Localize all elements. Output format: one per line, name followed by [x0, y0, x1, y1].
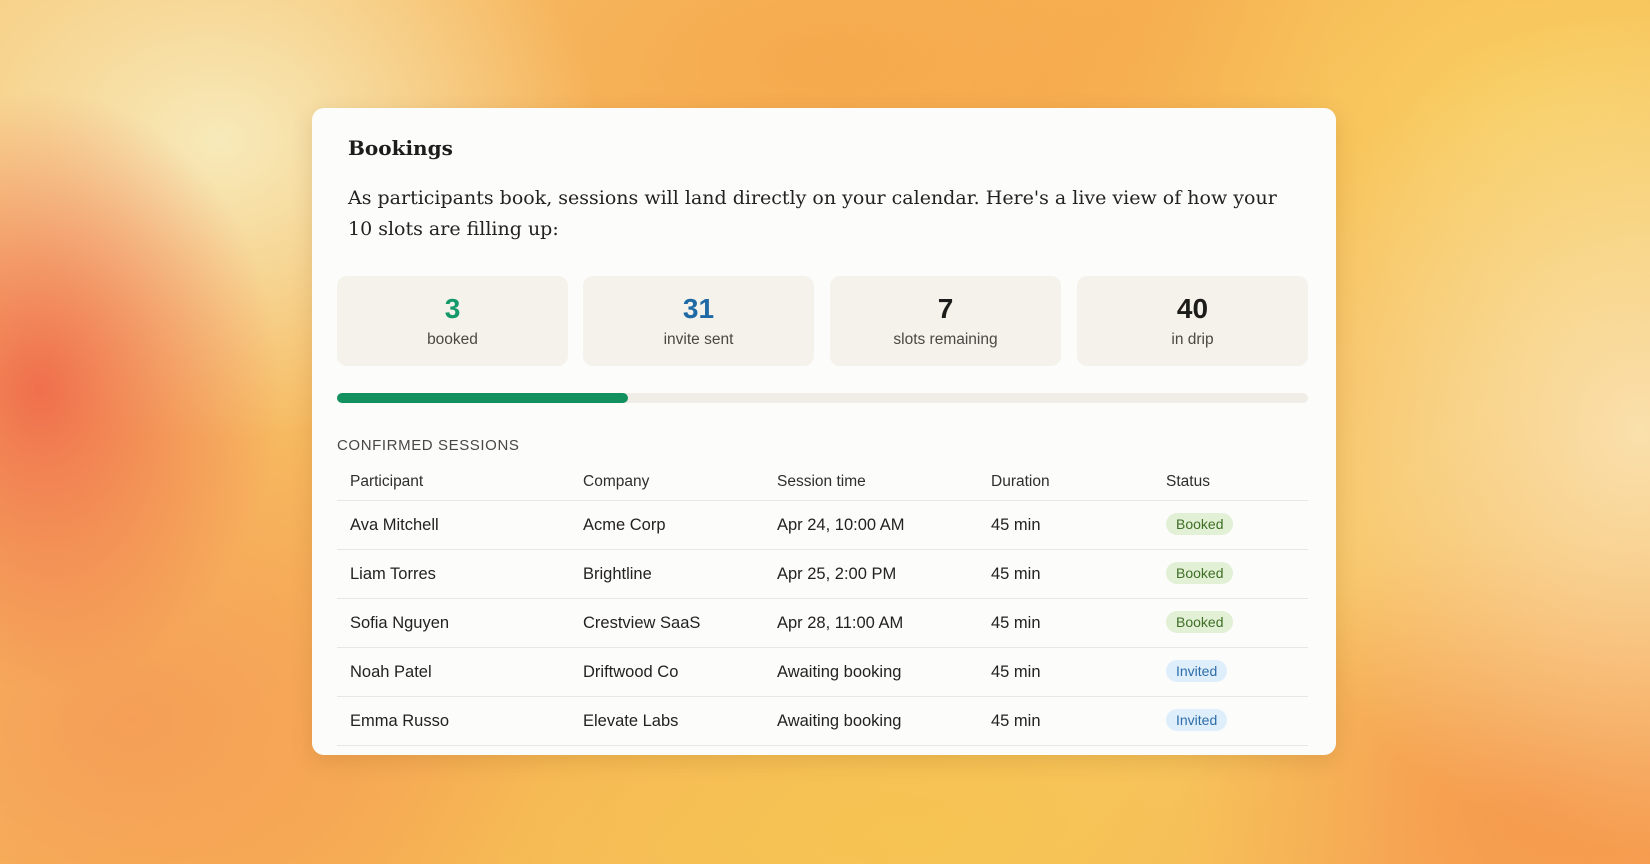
duration-cell: 45 min [991, 614, 1041, 632]
duration-cell: 45 min [991, 712, 1041, 730]
session-time-cell: Apr 28, 11:00 AM [777, 614, 904, 632]
column-header-status: Status [1166, 473, 1210, 490]
stat-card-in-drip: 40 in drip [1077, 276, 1308, 366]
column-header-participant: Participant [350, 473, 424, 490]
status-cell: Invited [1166, 648, 1228, 696]
booking-progress-bar [337, 393, 1308, 403]
table-row[interactable]: Emma Russo Elevate Labs Awaiting booking… [337, 697, 1308, 746]
card-intro: As participants book, sessions will land… [348, 187, 1277, 240]
status-badge: Invited [1166, 709, 1228, 732]
stats-row: 3 booked 31 invite sent 7 slots remainin… [337, 276, 1308, 366]
participant-cell: Sofia Nguyen [350, 614, 450, 632]
table-row[interactable]: Ava Mitchell Acme Corp Apr 24, 10:00 AM … [337, 501, 1308, 550]
table-row[interactable]: Sofia Nguyen Crestview SaaS Apr 28, 11:0… [337, 599, 1308, 648]
bookings-card: Bookings As participants book, sessions … [312, 108, 1336, 755]
participant-cell: Ava Mitchell [350, 516, 439, 534]
participant-cell: Noah Patel [350, 663, 432, 681]
stat-value-slots-remaining: 7 [937, 293, 954, 324]
participant-cell: Liam Torres [350, 565, 436, 583]
table-row[interactable]: Noah Patel Driftwood Co Awaiting booking… [337, 648, 1308, 697]
status-cell: Booked [1166, 501, 1234, 549]
stat-value-invite-sent: 31 [682, 293, 715, 324]
duration-cell: 45 min [991, 565, 1041, 583]
status-badge: Booked [1166, 513, 1234, 536]
booking-progress-fill [337, 393, 629, 403]
session-time-cell: Awaiting booking [777, 712, 902, 730]
stat-label-booked: booked [427, 331, 478, 348]
stat-value-in-drip: 40 [1176, 293, 1209, 324]
company-cell: Crestview SaaS [583, 614, 701, 632]
column-header-session-time: Session time [777, 473, 866, 490]
stat-card-invite-sent: 31 invite sent [583, 276, 814, 366]
company-cell: Brightline [583, 565, 652, 583]
stat-label-in-drip: in drip [1171, 331, 1214, 348]
participant-cell: Emma Russo [350, 712, 450, 730]
session-time-cell: Apr 24, 10:00 AM [777, 516, 905, 534]
stat-label-slots-remaining: slots remaining [893, 331, 998, 348]
status-cell: Booked [1166, 550, 1234, 598]
card-title: Bookings [348, 136, 453, 160]
table-row[interactable]: Liam Torres Brightline Apr 25, 2:00 PM 4… [337, 550, 1308, 599]
status-badge: Invited [1166, 660, 1228, 683]
status-badge: Booked [1166, 611, 1234, 634]
stat-label-invite-sent: invite sent [663, 331, 734, 348]
company-cell: Acme Corp [583, 516, 666, 534]
status-badge: Booked [1166, 562, 1234, 585]
column-header-company: Company [583, 473, 650, 490]
section-label-confirmed-sessions: CONFIRMED SESSIONS [337, 437, 520, 454]
company-cell: Driftwood Co [583, 663, 679, 681]
duration-cell: 45 min [991, 516, 1041, 534]
stat-card-slots-remaining: 7 slots remaining [830, 276, 1061, 366]
column-header-duration: Duration [991, 473, 1050, 490]
session-time-cell: Awaiting booking [777, 663, 902, 681]
sessions-table: Participant Company Session time Duratio… [337, 465, 1308, 746]
stat-card-booked: 3 booked [337, 276, 568, 366]
company-cell: Elevate Labs [583, 712, 679, 730]
status-cell: Booked [1166, 599, 1234, 647]
status-cell: Invited [1166, 697, 1228, 745]
stat-value-booked: 3 [444, 293, 461, 324]
duration-cell: 45 min [991, 663, 1041, 681]
table-header-row: Participant Company Session time Duratio… [337, 465, 1308, 501]
session-time-cell: Apr 25, 2:00 PM [777, 565, 897, 583]
